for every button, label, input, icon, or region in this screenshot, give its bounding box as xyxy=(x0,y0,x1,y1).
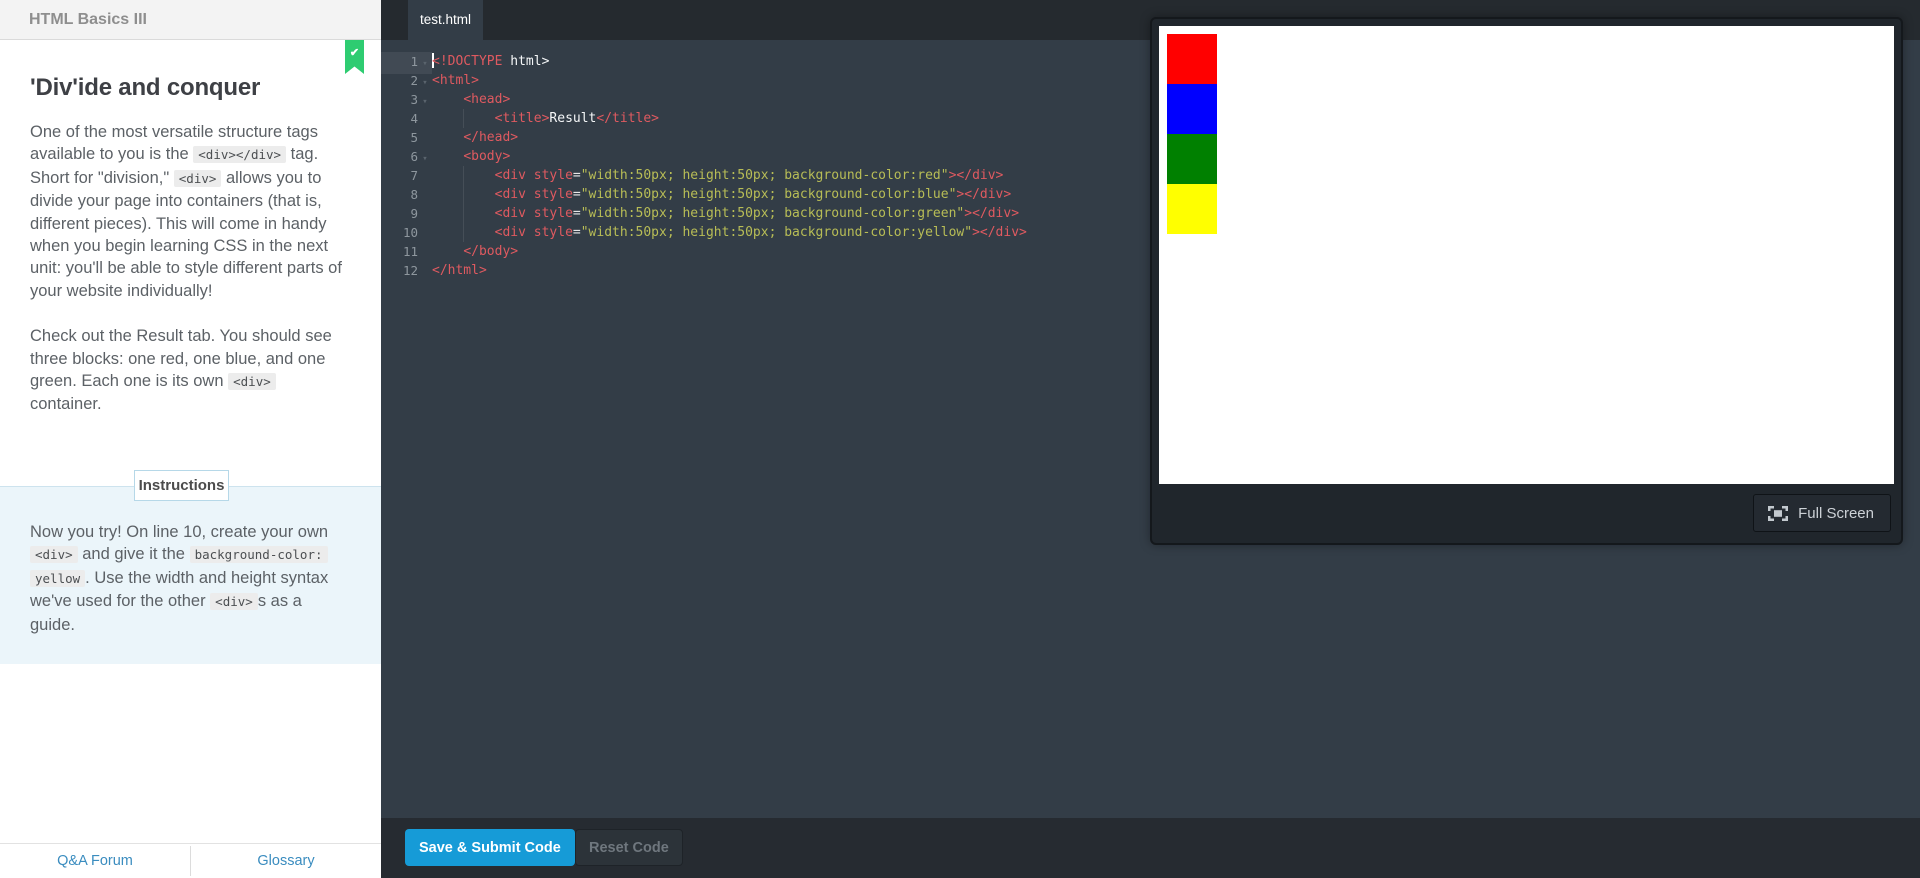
code-token: "width:50px; height:50px; background-col… xyxy=(580,225,973,240)
line-number: 11 xyxy=(402,244,418,259)
code-token: <head> xyxy=(463,92,511,107)
code-token: ></div> xyxy=(948,168,1004,183)
instructions-section: Instructions Now you try! On line 10, cr… xyxy=(0,469,381,664)
indent-guide xyxy=(463,109,464,128)
gutter-cell: 7 xyxy=(381,166,432,186)
lesson-content: 'Div'ide and conquer One of the most ver… xyxy=(0,74,381,416)
code-token: Result xyxy=(549,111,597,126)
fullscreen-label: Full Screen xyxy=(1798,504,1874,522)
lesson-paragraph: One of the most versatile structure tags… xyxy=(30,123,342,300)
gutter-cell: 5 xyxy=(381,128,432,148)
editor-area: test.html 1 ▾ <!DOCTYPE html> 2 ▾ <html> 3 ▾ <h… xyxy=(381,0,1920,878)
reset-code-button[interactable]: Reset Code xyxy=(575,829,683,866)
gutter-cell: 10 xyxy=(381,223,432,243)
instructions-label: Instructions xyxy=(134,469,229,501)
tab-test-html[interactable]: test.html xyxy=(408,0,484,40)
code-token: ></div> xyxy=(972,225,1027,240)
code-token: = xyxy=(572,206,581,221)
code-token: <title> xyxy=(494,111,550,126)
inline-code: <div> xyxy=(228,373,276,391)
line-number: 6 xyxy=(410,149,418,164)
inline-code: <div> xyxy=(30,546,78,564)
code-token: <div style xyxy=(494,187,573,202)
fullscreen-icon xyxy=(1768,505,1789,521)
code-token: = xyxy=(572,168,581,183)
instructions-body: Now you try! On line 10, create your own… xyxy=(0,485,381,664)
glossary-link[interactable]: Glossary xyxy=(191,846,381,876)
indent-guide xyxy=(463,223,464,242)
lesson-title: 'Div'ide and conquer xyxy=(30,74,261,101)
line-number: 12 xyxy=(402,263,418,278)
result-preview-panel: Full Screen xyxy=(1150,17,1903,545)
full-screen-button[interactable]: Full Screen xyxy=(1753,494,1891,532)
code-token: <div style xyxy=(494,206,573,221)
line-number: 5 xyxy=(410,130,418,145)
code-token: </head> xyxy=(463,130,519,145)
sidebar-footer: Q&A Forum Glossary xyxy=(0,843,381,878)
preview-square-yellow xyxy=(1167,184,1217,234)
gutter-cell: 9 xyxy=(381,204,432,224)
code-token: html> xyxy=(502,54,550,69)
code-token: = xyxy=(572,187,581,202)
code-token: </title> xyxy=(596,111,660,126)
line-number: 1 xyxy=(410,54,418,69)
gutter-cell: 8 xyxy=(381,185,432,205)
inline-code: <div> xyxy=(210,593,258,611)
inline-code: yellow xyxy=(30,569,86,587)
code-token: </html> xyxy=(432,263,487,278)
code-token: <html> xyxy=(432,73,479,88)
line-number: 8 xyxy=(410,187,418,202)
preview-square-blue xyxy=(1167,84,1217,134)
code-token: ></div> xyxy=(964,206,1020,221)
checkmark-icon: ✔ xyxy=(349,47,360,59)
code-token: <body> xyxy=(463,149,511,164)
line-number: 7 xyxy=(410,168,418,183)
preview-square-red xyxy=(1167,34,1217,84)
code-token: ></div> xyxy=(956,187,1012,202)
preview-squares xyxy=(1167,34,1217,234)
preview-square-green xyxy=(1167,134,1217,184)
line-number: 4 xyxy=(410,111,418,126)
gutter-cell: 11 xyxy=(381,242,432,262)
line-number: 2 xyxy=(410,73,418,88)
line-number: 3 xyxy=(410,92,418,107)
code-token: = xyxy=(572,225,581,240)
line-number: 10 xyxy=(402,225,418,240)
gutter-cell: 4 xyxy=(381,109,432,129)
code-token: "width:50px; height:50px; background-col… xyxy=(580,168,949,183)
indent-guide xyxy=(463,166,464,185)
inline-code: background-color: xyxy=(189,546,328,564)
lesson-paragraph: Check out the Result tab. You should see… xyxy=(30,327,332,414)
code-token: <!DOCTYPE xyxy=(432,54,503,69)
preview-viewport xyxy=(1159,26,1894,484)
course-title: HTML Basics III xyxy=(29,11,147,28)
code-token: <div style xyxy=(494,225,573,240)
inline-code: <div> xyxy=(173,169,222,187)
code-token: "width:50px; height:50px; background-col… xyxy=(580,206,965,221)
inline-code: <div></div> xyxy=(193,146,287,164)
editor-bottom-bar: Save & Submit Code Reset Code xyxy=(381,818,1920,878)
gutter-cell: 12 xyxy=(381,261,432,281)
lesson-complete-bookmark[interactable]: ✔ xyxy=(345,40,364,74)
code-token: <div style xyxy=(494,168,573,183)
save-submit-button[interactable]: Save & Submit Code xyxy=(405,829,575,866)
instructions-text: Now you try! On line 10, create your own… xyxy=(30,522,329,634)
course-header: HTML Basics III xyxy=(0,0,381,40)
qa-forum-link[interactable]: Q&A Forum xyxy=(0,846,191,876)
indent-guide xyxy=(463,185,464,204)
line-number: 9 xyxy=(410,206,418,221)
lesson-sidebar: HTML Basics III ✔ 'Div'ide and conquer O… xyxy=(0,0,381,878)
indent-guide xyxy=(463,204,464,223)
app-root: { "sidebar": { "header_title": "HTML Bas… xyxy=(0,0,1920,878)
code-token: </body> xyxy=(463,244,519,259)
code-token: "width:50px; height:50px; background-col… xyxy=(580,187,957,202)
